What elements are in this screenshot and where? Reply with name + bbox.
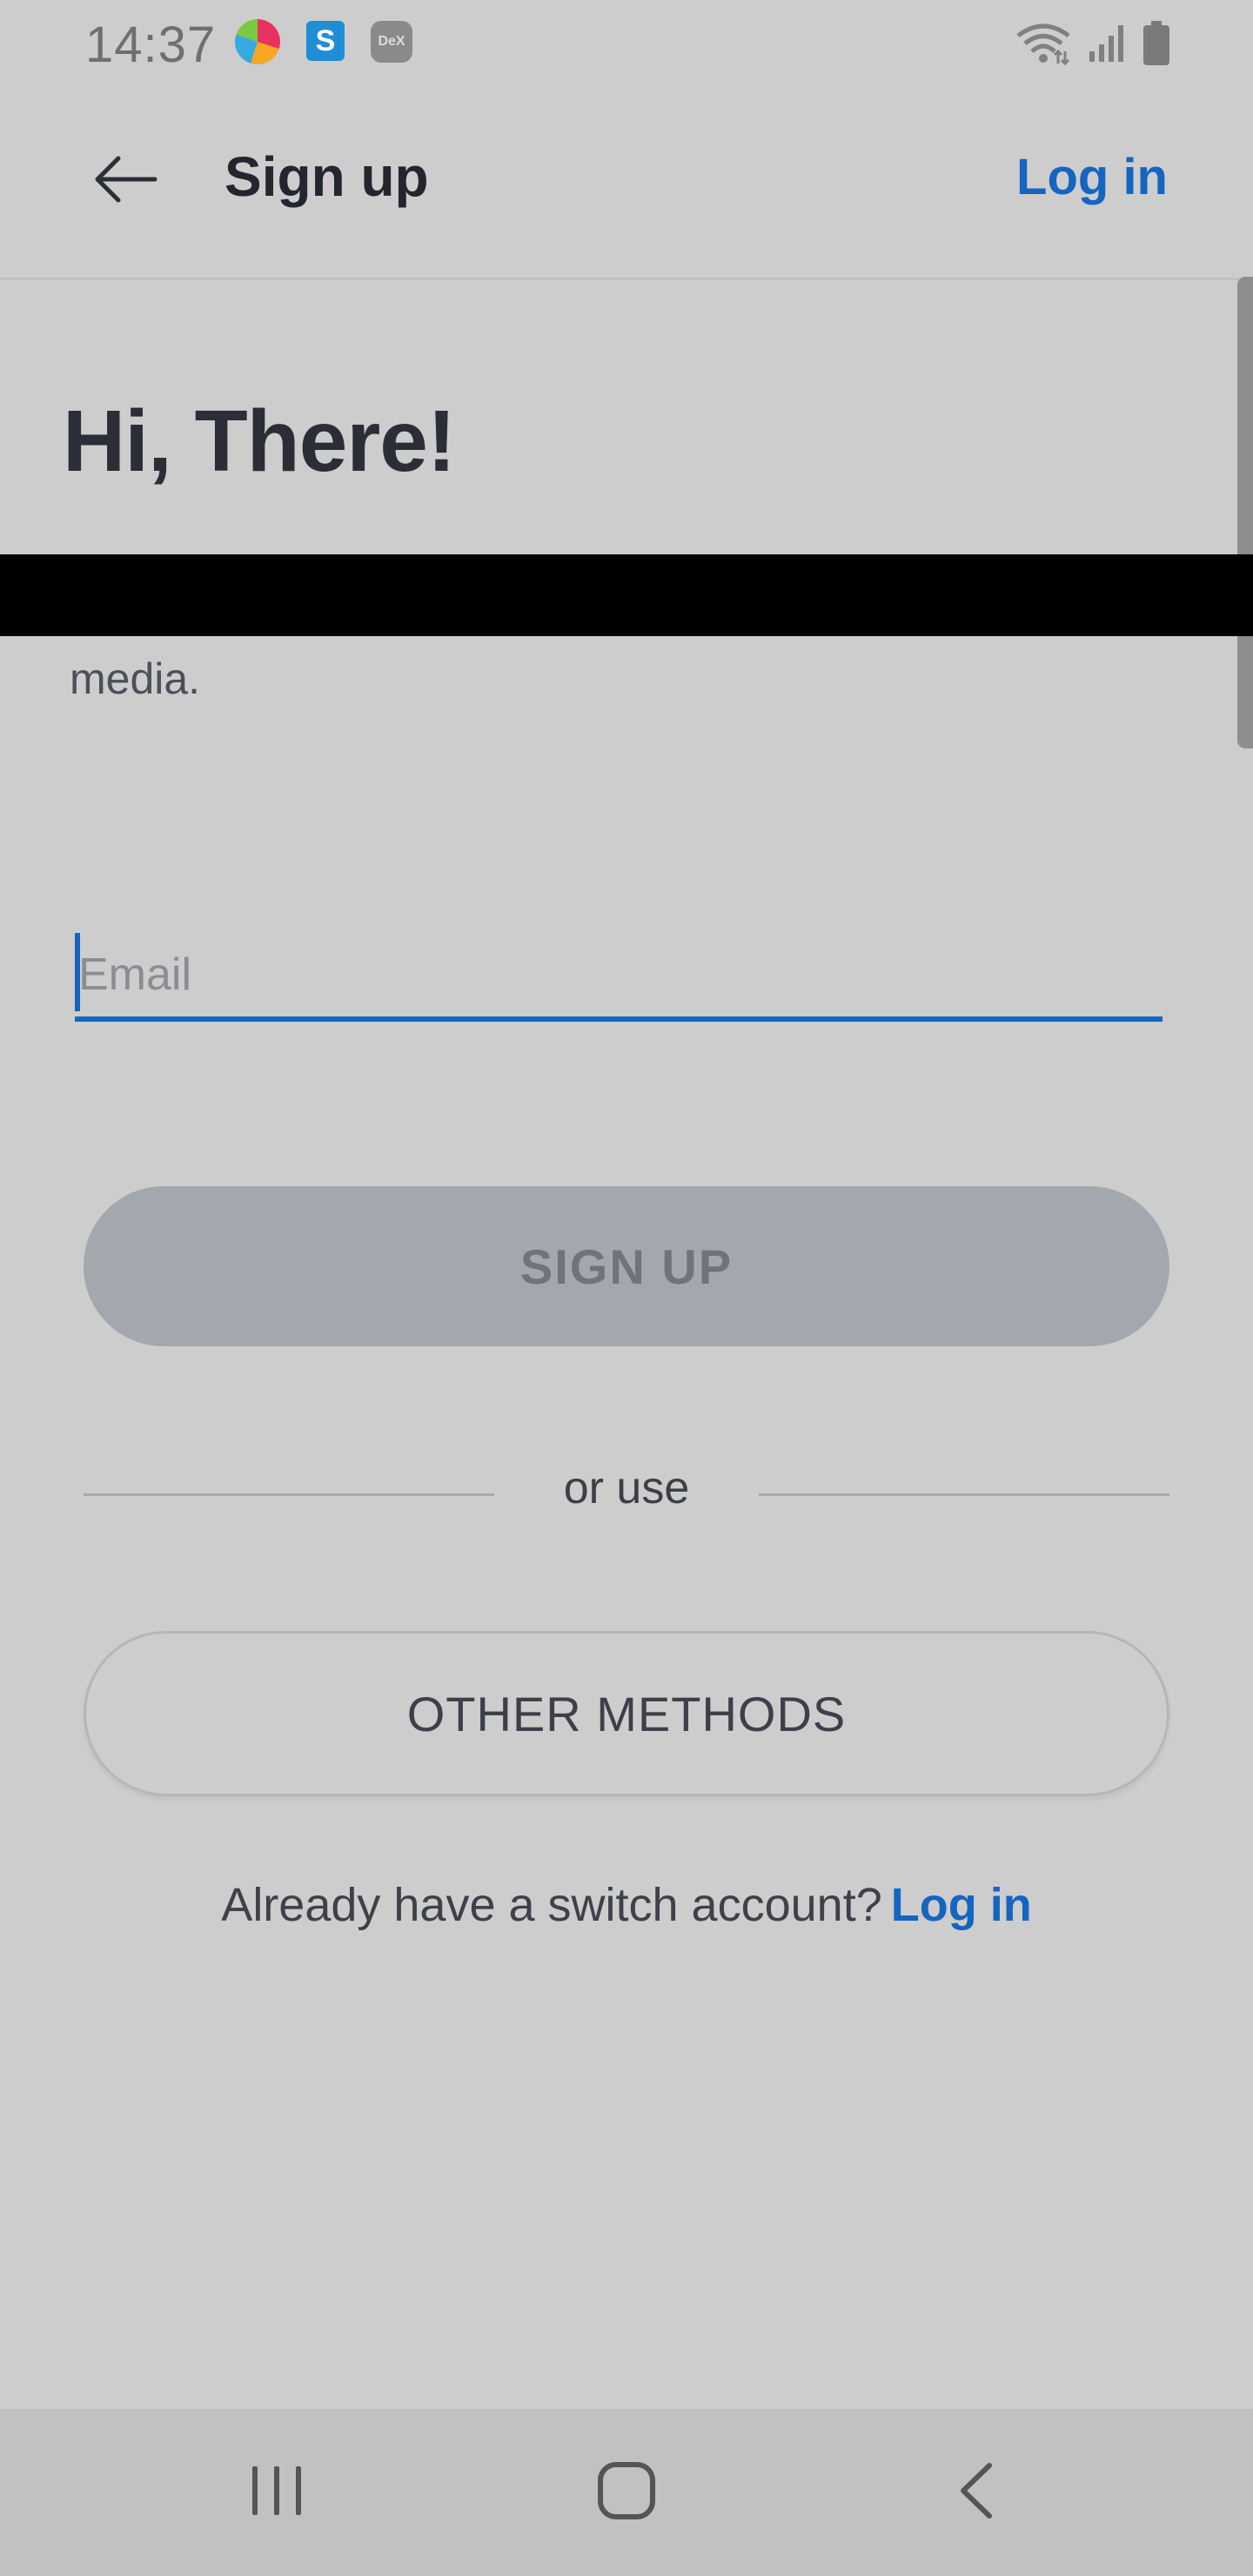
s-app-icon: S	[306, 21, 345, 61]
arrow-left-icon	[90, 153, 160, 210]
app-icon-colorful	[235, 19, 280, 64]
system-nav-bar	[0, 2409, 1253, 2576]
scrollbar-thumb[interactable]	[1237, 277, 1253, 748]
sign-up-screen: 14:37 S DeX Sign up Log in Hi, There! me…	[0, 0, 1253, 2576]
email-field[interactable]	[75, 922, 1163, 1023]
top-app-bar: Sign up Log in	[0, 87, 1253, 280]
back-button[interactable]	[84, 144, 167, 218]
recents-button[interactable]	[190, 2409, 364, 2576]
home-icon	[595, 2459, 658, 2526]
status-bar: 14:37 S DeX	[0, 0, 1253, 87]
email-input[interactable]	[78, 940, 1157, 1010]
page-title: Sign up	[224, 145, 429, 208]
divider-text: or use	[563, 1463, 690, 1513]
other-methods-button[interactable]: OTHER METHODS	[84, 1631, 1169, 1796]
status-indicators	[1015, 17, 1171, 70]
email-underline	[75, 1016, 1163, 1022]
divider-line-right	[759, 1493, 1169, 1496]
back-icon	[955, 2460, 998, 2526]
dex-icon: DeX	[371, 21, 412, 63]
home-button[interactable]	[539, 2409, 714, 2576]
recents-icon	[249, 2463, 305, 2523]
nav-back-button[interactable]	[889, 2409, 1063, 2576]
wifi-icon	[1015, 22, 1072, 65]
redaction-bar	[0, 554, 1253, 636]
status-time: 14:37	[85, 17, 217, 73]
or-use-divider: or use	[84, 1462, 1169, 1523]
greeting-heading: Hi, There!	[63, 392, 456, 490]
signal-icon	[1088, 23, 1126, 64]
login-prompt-text: Already have a switch account?	[221, 1879, 882, 1931]
battery-icon	[1142, 21, 1171, 66]
footer-login-link[interactable]: Log in	[891, 1879, 1032, 1931]
login-prompt: Already have a switch account? Log in	[0, 1878, 1253, 1932]
login-link[interactable]: Log in	[1016, 148, 1168, 206]
sign-up-button[interactable]: SIGN UP	[84, 1186, 1169, 1346]
